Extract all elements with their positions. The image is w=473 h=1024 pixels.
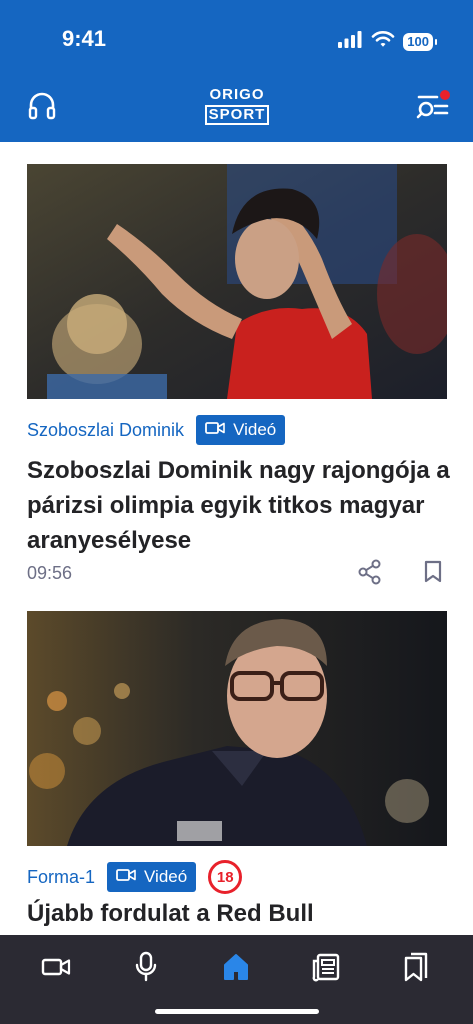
video-badge[interactable]: Videó (107, 862, 197, 892)
bookmark-button[interactable] (417, 558, 449, 590)
status-time: 9:41 (62, 26, 107, 51)
origo-sport-logo[interactable]: ORIGO SPORT (205, 86, 269, 125)
nav-video[interactable] (36, 951, 76, 987)
cellular-signal-icon (337, 30, 363, 53)
video-camera-icon (116, 867, 136, 887)
video-camera-icon (205, 420, 225, 440)
home-icon (221, 952, 251, 987)
nav-saved[interactable] (396, 951, 436, 987)
article-meta: Szoboszlai Dominik Videó (27, 415, 286, 445)
wifi-icon (371, 30, 395, 53)
article-category[interactable]: Forma-1 (27, 867, 95, 888)
video-badge-label: Videó (233, 420, 277, 439)
age-rating-badge: 18 (208, 860, 243, 894)
headphones-icon (27, 92, 57, 125)
home-indicator (155, 1009, 319, 1014)
logo-top-text: ORIGO (209, 86, 265, 103)
article-title[interactable]: Újabb fordulat a Red Bull (27, 896, 457, 931)
article-time: 09:56 (27, 563, 73, 583)
nav-podcast[interactable] (126, 951, 166, 987)
article-category[interactable]: Szoboszlai Dominik (27, 420, 184, 441)
bookmark-icon (423, 560, 443, 589)
article-image-szoboszlai[interactable] (27, 164, 447, 399)
app-header: 9:41 100 ORIGO SPORT (0, 0, 473, 142)
headphones-button[interactable] (22, 88, 62, 128)
menu-button[interactable] (412, 88, 452, 128)
battery-indicator: 100 (403, 32, 437, 51)
microphone-icon (134, 951, 158, 988)
nav-home[interactable] (216, 951, 256, 987)
status-indicators: 100 (337, 30, 437, 53)
nav-news[interactable] (306, 951, 346, 987)
notification-dot (440, 90, 450, 100)
newspaper-icon (311, 952, 341, 987)
share-button[interactable] (354, 558, 386, 590)
logo-bottom-text: SPORT (205, 105, 269, 125)
video-icon (41, 956, 71, 983)
video-badge-label: Videó (144, 867, 188, 886)
bookmarks-icon (402, 952, 430, 987)
article-image-horner[interactable] (27, 611, 447, 846)
article-title[interactable]: Szoboszlai Dominik nagy rajongója a pári… (27, 453, 457, 558)
share-icon (357, 559, 383, 590)
article-meta: Forma-1 Videó 18 (27, 860, 243, 894)
video-badge[interactable]: Videó (196, 415, 286, 445)
